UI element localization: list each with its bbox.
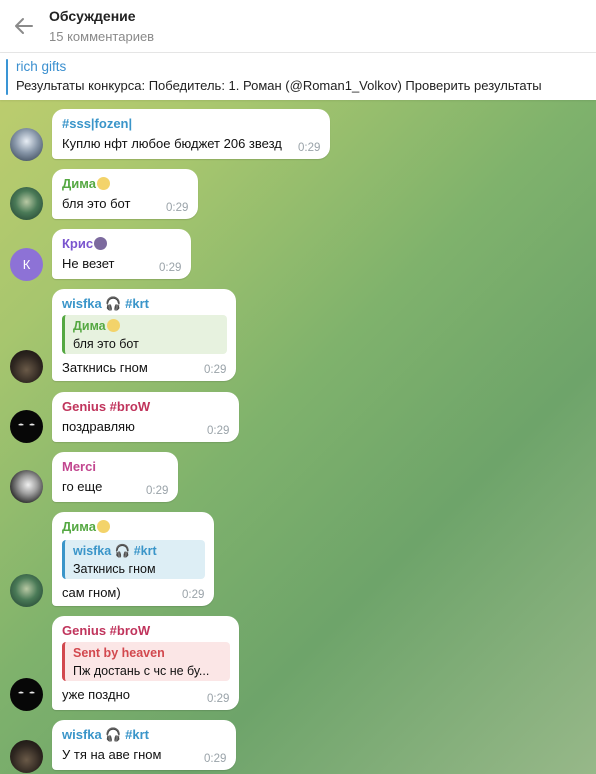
- message-text: бля это бот: [62, 196, 131, 211]
- reply-sender: wisfka 🎧 #krt: [73, 544, 157, 558]
- reply-quote[interactable]: Sent by heaven Пж достань с чс не бу...: [62, 642, 230, 681]
- message-sender[interactable]: wisfka 🎧 #krt: [62, 727, 149, 743]
- avatar[interactable]: К: [10, 248, 43, 281]
- message-bubble[interactable]: Крис Не везет 0:29: [52, 229, 191, 279]
- emoji-status-icon: [106, 319, 120, 332]
- avatar-face-icon: [18, 423, 35, 426]
- message-time: 0:29: [204, 364, 227, 376]
- message-text: Заткнись гном: [62, 360, 148, 375]
- avatar[interactable]: [10, 740, 43, 773]
- reply-quote[interactable]: wisfka 🎧 #krt Заткнись гном: [62, 540, 205, 579]
- avatar[interactable]: [10, 128, 43, 161]
- emoji-status-icon: [94, 237, 108, 250]
- message-bubble[interactable]: wisfka 🎧 #krt Дима бля это бот Заткнись …: [52, 289, 236, 381]
- message-time: 0:29: [146, 485, 169, 497]
- avatar[interactable]: [10, 187, 43, 220]
- emoji-status-icon: [96, 520, 110, 533]
- message-text: го еще: [62, 479, 103, 494]
- message-bubble[interactable]: Дима бля это бот 0:29: [52, 169, 198, 219]
- message-sender[interactable]: #sss|fozen|: [62, 116, 132, 131]
- reply-sender: Sent by heaven: [73, 646, 165, 660]
- avatar[interactable]: [10, 350, 43, 383]
- message-text: уже поздно: [62, 687, 130, 702]
- pinned-text: Результаты конкурса: Победитель: 1. Рома…: [16, 78, 542, 93]
- message-bubble[interactable]: Genius #broW поздравляю 0:29: [52, 392, 239, 442]
- message-text: Не везет: [62, 256, 115, 271]
- message-sender[interactable]: Дима: [62, 176, 110, 191]
- pinned-title: rich gifts: [16, 59, 67, 74]
- message-time: 0:29: [166, 202, 189, 214]
- message-time: 0:29: [159, 262, 182, 274]
- message-sender[interactable]: Крис: [62, 236, 108, 251]
- message-bubble[interactable]: Genius #broW Sent by heaven Пж достань с…: [52, 616, 239, 710]
- avatar[interactable]: [10, 470, 43, 503]
- pinned-indicator-bar: [6, 59, 8, 95]
- reply-text: Заткнись гном: [73, 562, 156, 576]
- reply-text: Пж достань с чс не бу...: [73, 664, 210, 678]
- avatar-face-icon: [18, 691, 35, 694]
- message-bubble[interactable]: Дима wisfka 🎧 #krt Заткнись гном сам гно…: [52, 512, 214, 606]
- reply-sender: Дима: [73, 319, 120, 333]
- chat-header: Обсуждение 15 комментариев: [0, 0, 596, 53]
- message-text: поздравляю: [62, 419, 135, 434]
- message-sender[interactable]: Merci: [62, 459, 96, 474]
- message-sender[interactable]: Дима: [62, 519, 110, 534]
- message-bubble[interactable]: wisfka 🎧 #krt У тя на аве гном 0:29: [52, 720, 236, 770]
- message-text: Куплю нфт любое бюджет 206 звезд: [62, 136, 282, 151]
- emoji-status-icon: [96, 177, 110, 190]
- avatar[interactable]: [10, 410, 43, 443]
- pinned-message[interactable]: rich gifts Результаты конкурса: Победите…: [0, 53, 596, 100]
- message-time: 0:29: [298, 142, 321, 154]
- reply-text: бля это бот: [73, 337, 139, 351]
- message-sender[interactable]: wisfka 🎧 #krt: [62, 296, 149, 312]
- message-time: 0:29: [207, 425, 230, 437]
- message-time: 0:29: [182, 589, 205, 601]
- avatar[interactable]: [10, 678, 43, 711]
- back-arrow-icon[interactable]: [12, 14, 36, 38]
- message-bubble[interactable]: Merci го еще 0:29: [52, 452, 178, 502]
- message-sender[interactable]: Genius #broW: [62, 399, 150, 414]
- message-time: 0:29: [204, 753, 227, 765]
- message-text: сам гном): [62, 585, 121, 600]
- avatar[interactable]: [10, 574, 43, 607]
- message-text: У тя на аве гном: [62, 747, 162, 762]
- chat-title: Обсуждение: [49, 8, 136, 24]
- message-time: 0:29: [207, 693, 230, 705]
- message-bubble[interactable]: #sss|fozen| Куплю нфт любое бюджет 206 з…: [52, 109, 330, 159]
- comment-count: 15 комментариев: [49, 29, 155, 44]
- message-sender[interactable]: Genius #broW: [62, 623, 150, 638]
- reply-quote[interactable]: Дима бля это бот: [62, 315, 227, 354]
